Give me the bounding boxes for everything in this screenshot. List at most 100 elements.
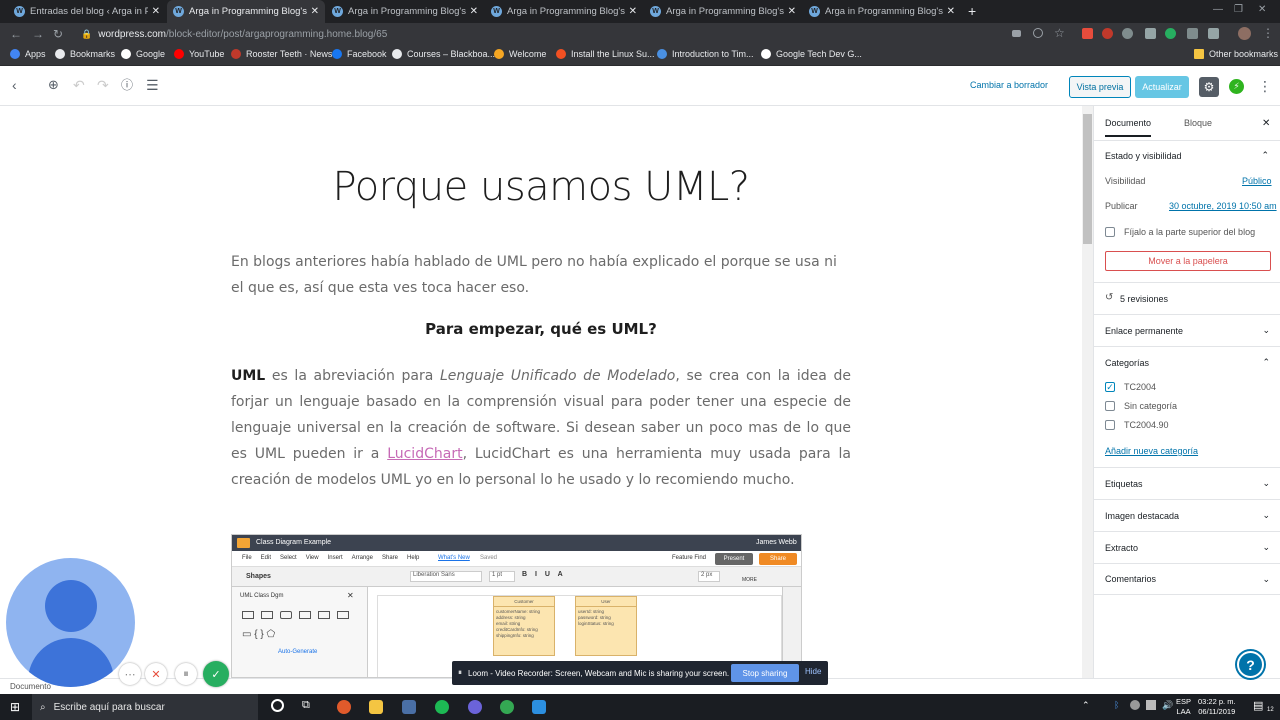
revisions-link[interactable]: 5 revisiones — [1120, 294, 1280, 304]
spotify-icon[interactable] — [435, 700, 449, 714]
url-input[interactable]: 🔒 wordpress.com/block-editor/post/argapr… — [75, 25, 1005, 43]
move-to-trash-button[interactable]: Mover a la papelera — [1105, 251, 1271, 271]
other-bookmarks[interactable]: Other bookmarks — [1194, 49, 1278, 59]
loom-cancel-icon[interactable]: ✕ — [145, 663, 167, 685]
webcam-avatar[interactable] — [6, 558, 135, 687]
minimize-icon[interactable]: — — [1213, 4, 1223, 15]
close-window-icon[interactable]: ✕ — [1258, 4, 1266, 15]
loom-pause-icon[interactable]: ⏸ — [175, 663, 197, 685]
sticky-checkbox[interactable] — [1105, 227, 1115, 237]
taskbar-clock[interactable]: 03:22 p. m. 06/11/2019 — [1198, 697, 1236, 717]
browser-tab[interactable]: W Arga in Programming Blog's — WordPress ✕ — [644, 0, 802, 23]
tray-chevron-icon[interactable]: ⌃ — [1082, 700, 1090, 711]
editor-scrollbar[interactable] — [1082, 106, 1093, 678]
featured-image-section[interactable]: Imagen destacada ⌄ — [1094, 499, 1280, 531]
settings-gear-icon[interactable]: ⚙ — [1199, 77, 1219, 97]
permalink-section[interactable]: Enlace permanente ⌄ — [1094, 314, 1280, 346]
volume-icon[interactable]: 🔊 — [1162, 700, 1173, 711]
comments-section[interactable]: Comentarios ⌄ — [1094, 563, 1280, 595]
redo-icon[interactable]: ↷ — [97, 78, 109, 92]
paragraph-intro[interactable]: En blogs anteriores había hablado de UML… — [231, 249, 851, 301]
battery-icon[interactable] — [1146, 700, 1156, 710]
extension-icon[interactable] — [1165, 28, 1176, 39]
extension-icon[interactable] — [1145, 28, 1156, 39]
tray-app-icon[interactable] — [1130, 700, 1140, 710]
extension-icon[interactable] — [1208, 28, 1219, 39]
help-icon[interactable]: ? — [1237, 651, 1264, 678]
heading-block[interactable]: Para empezar, qué es UML? — [231, 320, 851, 338]
app-icon[interactable] — [468, 700, 482, 714]
categories-section[interactable]: Categorías ⌃ — [1094, 346, 1280, 378]
file-explorer-icon[interactable] — [369, 700, 383, 714]
bookmark-item[interactable]: Facebook — [332, 49, 387, 59]
extension-icon[interactable] — [1122, 28, 1133, 39]
browser-tab[interactable]: W Arga in Programming Blog's — WordPress ✕ — [485, 0, 643, 23]
loom-finish-icon[interactable]: ✓ — [203, 661, 229, 687]
category-checkbox[interactable] — [1105, 420, 1115, 430]
bookmark-star-icon[interactable]: ☆ — [1054, 26, 1065, 40]
category-checkbox[interactable] — [1105, 401, 1115, 411]
status-visibility-header[interactable]: Estado y visibilidad — [1105, 151, 1271, 161]
windows-start-icon[interactable]: ⊞ — [10, 700, 20, 714]
bookmark-item[interactable]: Install the Linux Su... — [556, 49, 655, 59]
tags-section[interactable]: Etiquetas ⌄ — [1094, 467, 1280, 499]
new-tab-button[interactable]: + — [968, 3, 976, 19]
reload-icon[interactable]: ↻ — [53, 27, 63, 41]
camera-icon[interactable] — [1012, 30, 1021, 37]
loom-more-icon[interactable]: ⋯ — [119, 663, 141, 685]
excerpt-section[interactable]: Extracto ⌄ — [1094, 531, 1280, 563]
extension-icon[interactable] — [1187, 28, 1198, 39]
visibility-toggle[interactable]: Público — [1242, 176, 1272, 186]
bookmark-item[interactable]: Courses – Blackboa... — [392, 49, 495, 59]
browser-tab[interactable]: W Arga in Programming Blog's — WordPress ✕ — [167, 0, 325, 23]
stop-sharing-button[interactable]: Stop sharing — [731, 664, 799, 682]
maximize-icon[interactable]: ❐ — [1234, 4, 1243, 15]
embedded-image[interactable]: Class Diagram Example James Webb File Edi… — [231, 534, 802, 678]
add-category-link[interactable]: Añadir nueva categoría — [1105, 446, 1198, 456]
browser-menu-icon[interactable]: ⋮ — [1262, 26, 1274, 40]
more-options-icon[interactable]: ⋮ — [1258, 78, 1272, 95]
bookmark-item[interactable]: Bookmarks — [55, 49, 115, 59]
steam-icon[interactable] — [402, 700, 416, 714]
lucidchart-link[interactable]: LucidChart — [387, 446, 462, 462]
paragraph-uml[interactable]: UML es la abreviación para Lenguaje Unif… — [231, 363, 851, 493]
tab-block[interactable]: Bloque — [1184, 118, 1212, 128]
taskbar-search-input[interactable]: ⌕ Escribe aquí para buscar — [32, 694, 258, 720]
undo-icon[interactable]: ↶ — [73, 78, 85, 92]
publish-date-toggle[interactable]: 30 octubre, 2019 10:50 am — [1169, 201, 1277, 211]
preview-button[interactable]: Vista previa — [1069, 76, 1131, 98]
block-navigation-icon[interactable]: ☰ — [146, 78, 159, 92]
update-button[interactable]: Actualizar — [1135, 76, 1189, 98]
profile-avatar[interactable] — [1238, 27, 1251, 40]
post-title[interactable]: Porque usamos UML? — [220, 164, 862, 210]
back-arrow-icon[interactable]: ‹ — [12, 78, 17, 92]
bluetooth-icon[interactable]: ᛒ — [1114, 700, 1119, 710]
cortana-icon[interactable] — [271, 699, 284, 712]
bookmark-item[interactable]: YouTube — [174, 49, 224, 59]
close-sidebar-icon[interactable]: ✕ — [1262, 118, 1270, 129]
jetpack-icon[interactable]: ⚡ — [1229, 79, 1244, 94]
vscode-icon[interactable] — [532, 700, 546, 714]
browser-tab[interactable]: W Entradas del blog ‹ Arga in Programming… — [8, 0, 166, 23]
chrome-icon[interactable] — [337, 700, 351, 714]
bookmark-item[interactable]: Apps — [10, 49, 46, 59]
task-view-icon[interactable]: ⧉ — [302, 699, 310, 712]
bookmark-item[interactable]: Google Tech Dev G... — [761, 49, 862, 59]
close-tab-icon[interactable]: ✕ — [629, 6, 637, 17]
bookmark-item[interactable]: Google — [121, 49, 165, 59]
forward-icon[interactable]: → — [32, 27, 44, 41]
extension-icon[interactable] — [1082, 28, 1093, 39]
tab-document[interactable]: Documento — [1105, 118, 1152, 137]
hide-button[interactable]: Hide — [805, 667, 821, 676]
back-icon[interactable]: ← — [10, 27, 22, 41]
browser-tab[interactable]: W Arga in Programming Blog's — WordPress ✕ — [326, 0, 484, 23]
extension-icon[interactable] — [1102, 28, 1113, 39]
close-tab-icon[interactable]: ✕ — [470, 6, 478, 17]
chevron-up-icon[interactable]: ⌃ — [1261, 150, 1269, 161]
add-block-icon[interactable]: ⊕ — [48, 78, 59, 92]
language-indicator[interactable]: ESP LAA — [1176, 697, 1191, 717]
bookmark-item[interactable]: Introduction to Tim... — [657, 49, 754, 59]
app-icon[interactable] — [500, 700, 514, 714]
browser-tab[interactable]: W Arga in Programming Blog's — WordPress ✕ — [803, 0, 961, 23]
bookmark-item[interactable]: Rooster Teeth · News — [231, 49, 332, 59]
